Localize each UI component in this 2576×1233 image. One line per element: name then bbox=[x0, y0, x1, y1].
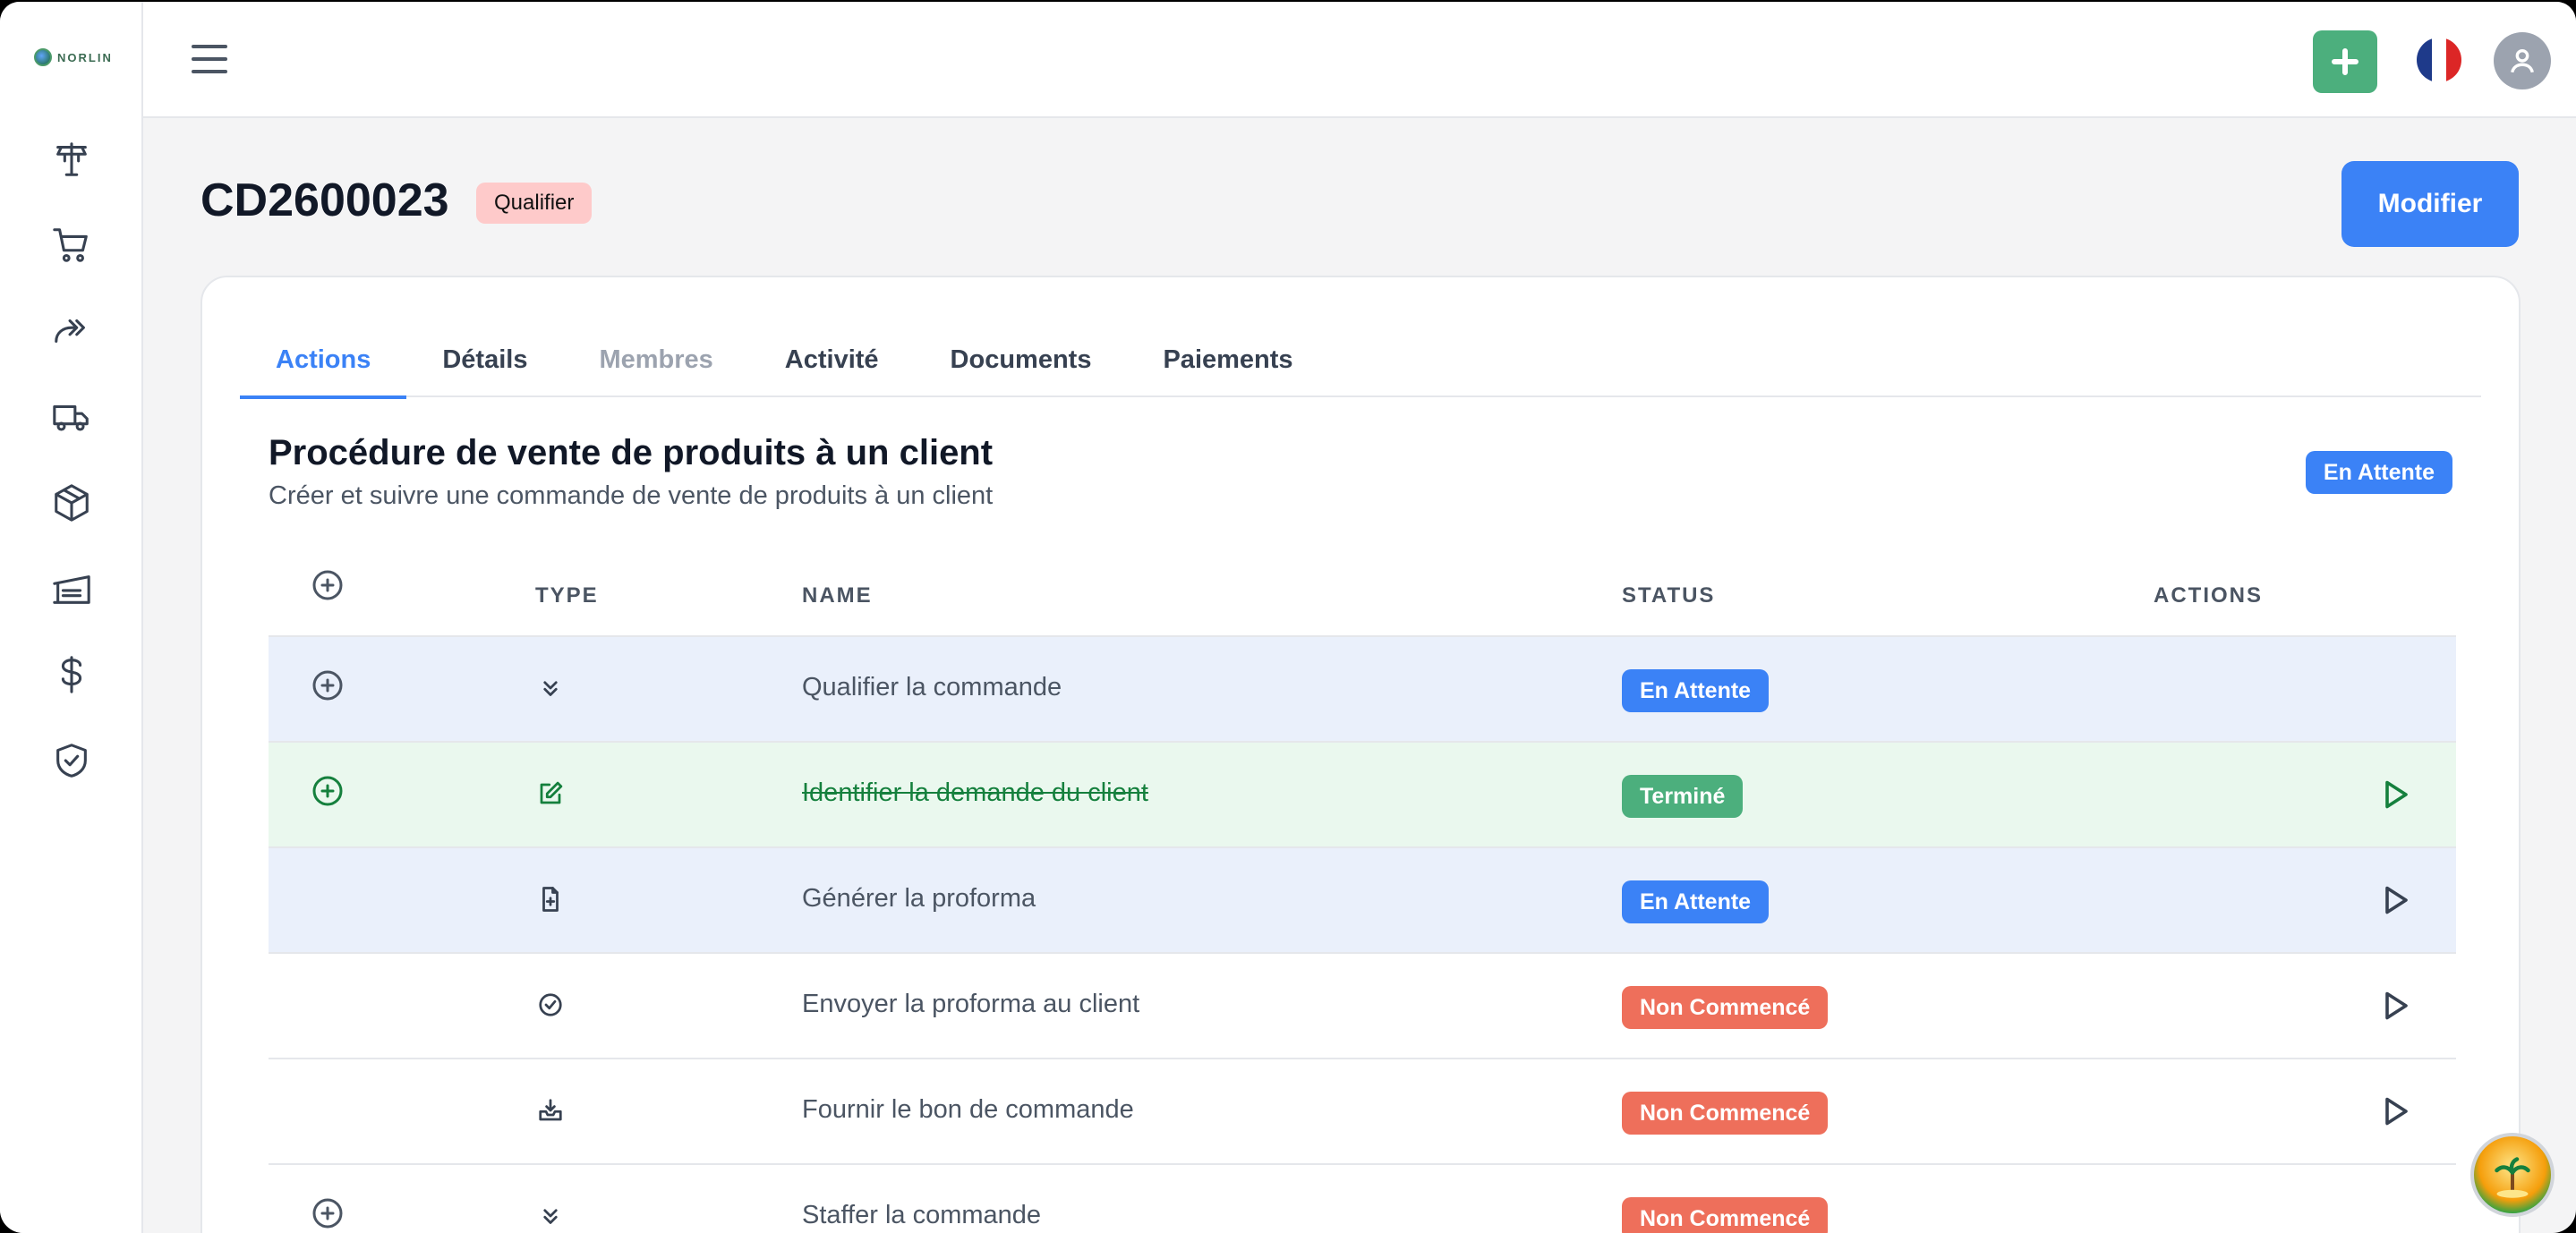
sidebar-item-package[interactable] bbox=[43, 474, 100, 531]
stage-badge: Qualifier bbox=[476, 183, 593, 224]
actions-table: TYPE NAME STATUS ACTIONS Qualifier la co… bbox=[269, 551, 2456, 1233]
table-body: Qualifier la commande En Attente Identifie… bbox=[269, 637, 2456, 1233]
file-plus-icon bbox=[537, 886, 566, 914]
warehouse-icon bbox=[53, 575, 90, 604]
action-name[interactable]: Générer la proforma bbox=[802, 884, 1036, 914]
column-header-name: NAME bbox=[802, 583, 873, 608]
status-badge: En Attente bbox=[1622, 880, 1770, 923]
plus-icon bbox=[2332, 48, 2358, 75]
table-row[interactable]: Fournir le bon de commande Non Commencé bbox=[269, 1059, 2456, 1165]
action-name[interactable]: Identifier la demande du client bbox=[802, 778, 1148, 808]
tab-details[interactable]: Détails bbox=[406, 322, 563, 397]
signpost-icon bbox=[56, 142, 87, 176]
tab-activite[interactable]: Activité bbox=[749, 322, 915, 397]
tab-bar: Actions Détails Membres Activité Documents Pa… bbox=[240, 322, 2481, 399]
tab-membres[interactable]: Membres bbox=[563, 322, 748, 397]
logo-text: NORLIN bbox=[57, 50, 113, 64]
help-chat-bubble[interactable] bbox=[2470, 1133, 2555, 1217]
status-badge: Non Commencé bbox=[1622, 986, 1829, 1029]
truck-icon bbox=[53, 404, 89, 431]
sidebar-item-cart[interactable] bbox=[43, 217, 100, 274]
table-row[interactable]: Générer la proforma En Attente bbox=[269, 848, 2456, 954]
sidebar-item-truck[interactable] bbox=[43, 388, 100, 446]
menu-toggle-icon[interactable] bbox=[190, 41, 229, 77]
add-all-icon[interactable] bbox=[311, 569, 344, 601]
procedure-subtitle: Créer et suivre une commande de vente de… bbox=[269, 481, 994, 510]
avatar[interactable] bbox=[2494, 32, 2551, 89]
app-window: NORLIN CD2600023 Qualifier Modifier Acti… bbox=[0, 2, 2576, 1233]
expand-plus-icon[interactable] bbox=[311, 669, 344, 702]
action-name[interactable]: Staffer la commande bbox=[802, 1201, 1041, 1230]
play-icon[interactable] bbox=[2379, 884, 2411, 916]
procedure-status-badge: En Attente bbox=[2305, 451, 2452, 494]
sidebar-item-warehouse[interactable] bbox=[43, 560, 100, 617]
chevrons-down-icon bbox=[537, 675, 566, 703]
dollar-icon bbox=[61, 656, 82, 693]
shield-check-icon bbox=[56, 744, 87, 778]
table-row[interactable]: Staffer la commande Non Commencé bbox=[269, 1165, 2456, 1233]
language-flag-icon[interactable] bbox=[2417, 38, 2461, 82]
column-header-actions: ACTIONS bbox=[2154, 583, 2263, 608]
top-bar bbox=[143, 2, 2576, 118]
edit-icon bbox=[537, 780, 566, 809]
play-icon[interactable] bbox=[2379, 1095, 2411, 1127]
play-icon[interactable] bbox=[2379, 778, 2411, 811]
app-logo[interactable]: NORLIN bbox=[34, 48, 113, 66]
tab-actions[interactable]: Actions bbox=[240, 322, 407, 399]
column-header-status: STATUS bbox=[1622, 583, 1716, 608]
procedure-title: Procédure de vente de produits à un clie… bbox=[269, 433, 994, 472]
expand-plus-icon[interactable] bbox=[311, 775, 344, 807]
column-header-type: TYPE bbox=[535, 583, 599, 608]
add-button[interactable] bbox=[2313, 30, 2377, 93]
order-card: Actions Détails Membres Activité Documents Pa… bbox=[200, 276, 2521, 1233]
table-row[interactable]: Qualifier la commande En Attente bbox=[269, 637, 2456, 743]
sidebar-item-security[interactable] bbox=[43, 732, 100, 789]
inbox-download-icon bbox=[537, 1097, 566, 1126]
sidebar: NORLIN bbox=[0, 2, 143, 1233]
sidebar-item-forward[interactable] bbox=[43, 302, 100, 360]
expand-plus-icon[interactable] bbox=[311, 1197, 344, 1229]
table-row[interactable]: Identifier la demande du client Terminé bbox=[269, 743, 2456, 848]
play-icon[interactable] bbox=[2379, 990, 2411, 1022]
chevrons-down-icon bbox=[537, 1203, 566, 1231]
action-name[interactable]: Qualifier la commande bbox=[802, 673, 1062, 702]
forward-arrows-icon bbox=[55, 319, 85, 344]
logo-globe-icon bbox=[34, 48, 52, 66]
sidebar-item-finance[interactable] bbox=[43, 646, 100, 703]
action-name[interactable]: Fournir le bon de commande bbox=[802, 1095, 1134, 1125]
package-icon bbox=[55, 484, 89, 522]
sidebar-item-dashboard[interactable] bbox=[43, 131, 100, 188]
table-row[interactable]: Envoyer la proforma au client Non Commenc… bbox=[269, 954, 2456, 1059]
action-name[interactable]: Envoyer la proforma au client bbox=[802, 990, 1139, 1019]
page-title: CD2600023 bbox=[200, 174, 449, 226]
tab-documents[interactable]: Documents bbox=[915, 322, 1128, 397]
check-circle-icon bbox=[537, 991, 566, 1020]
status-badge: En Attente bbox=[1622, 669, 1770, 712]
palm-island-icon bbox=[2495, 1157, 2530, 1198]
modify-button[interactable]: Modifier bbox=[2341, 161, 2519, 247]
table-header: TYPE NAME STATUS ACTIONS bbox=[269, 551, 2456, 637]
status-badge: Non Commencé bbox=[1622, 1197, 1829, 1233]
status-badge: Non Commencé bbox=[1622, 1092, 1829, 1135]
status-badge: Terminé bbox=[1622, 775, 1744, 818]
user-icon bbox=[2511, 48, 2534, 73]
cart-icon bbox=[53, 228, 88, 262]
tab-paiements[interactable]: Paiements bbox=[1127, 322, 1328, 397]
